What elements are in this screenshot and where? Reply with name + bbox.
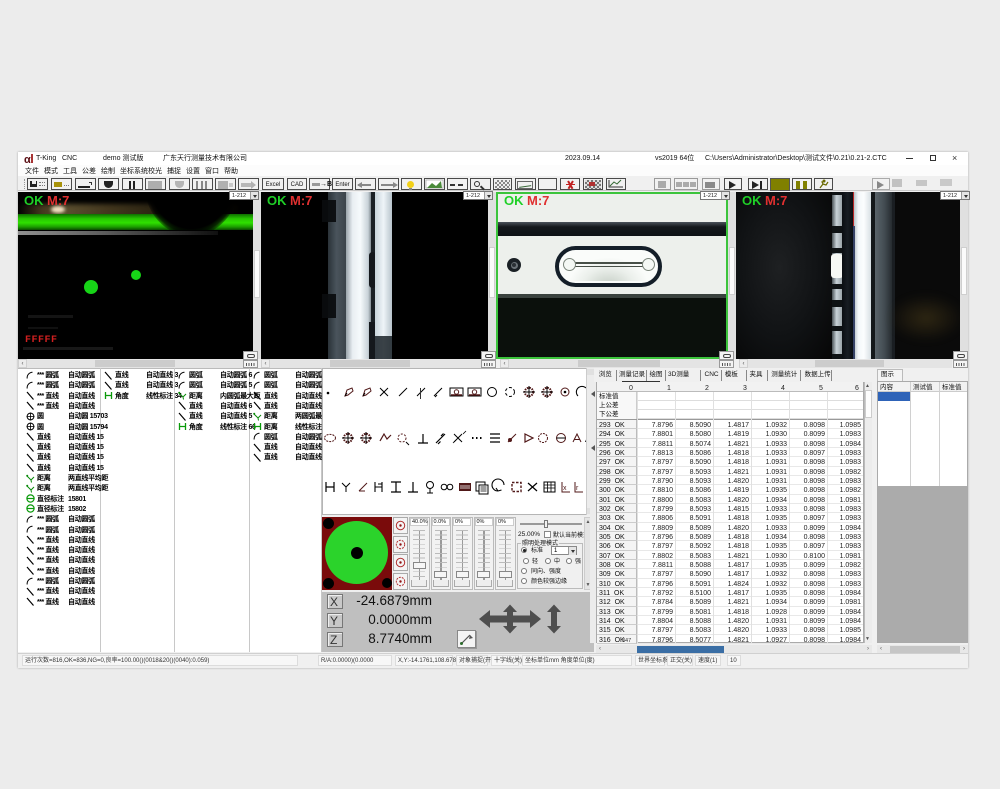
svg-text:r: r [576, 485, 579, 492]
svg-text:x: x [563, 485, 567, 492]
